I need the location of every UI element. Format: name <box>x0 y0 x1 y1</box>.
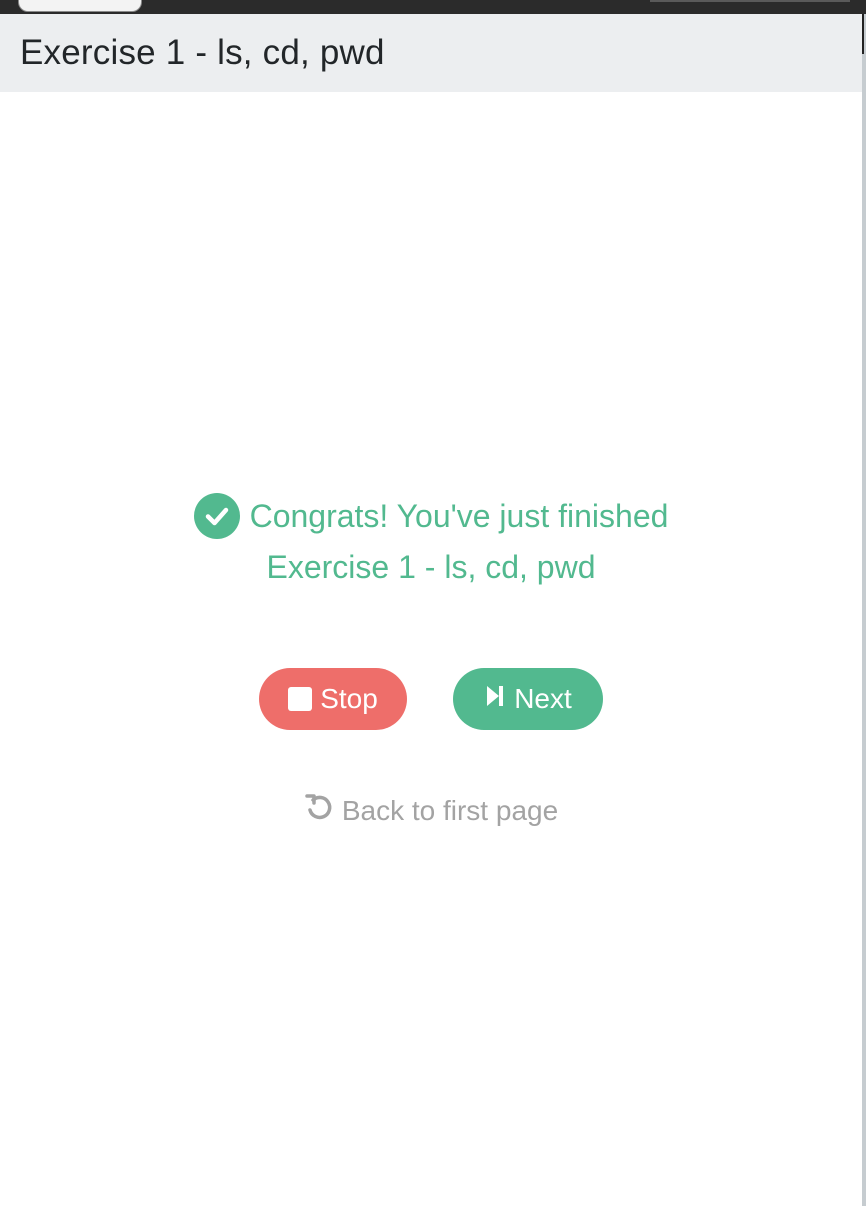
congrats-line: Congrats! You've just finished <box>193 492 669 540</box>
back-to-first-page-link[interactable]: Back to first page <box>0 792 862 829</box>
stop-button-label: Stop <box>320 683 378 714</box>
back-link-label: Back to first page <box>341 794 559 826</box>
main-content: Congrats! You've just finished Exercise … <box>0 92 862 1206</box>
next-button-label: Next <box>514 683 572 714</box>
stop-icon <box>288 687 313 711</box>
page-title: Exercise 1 - ls, cd, pwd <box>20 33 385 72</box>
congrats-text: Congrats! You've just finished <box>249 498 669 534</box>
undo-icon <box>304 792 334 829</box>
scrollbar-thumb[interactable] <box>862 14 864 54</box>
finished-exercise-name: Exercise 1 - ls, cd, pwd <box>266 549 596 585</box>
stop-button[interactable]: Stop <box>259 668 407 730</box>
skip-next-icon <box>484 683 506 715</box>
page-header: Exercise 1 - ls, cd, pwd <box>0 14 864 92</box>
action-buttons: Stop Next <box>0 668 862 730</box>
browser-top-slot <box>650 0 850 2</box>
completion-message: Congrats! You've just finished Exercise … <box>0 492 862 591</box>
browser-tab-pill <box>18 0 142 12</box>
check-circle-icon <box>193 493 240 539</box>
browser-top-bar <box>0 0 866 14</box>
next-button[interactable]: Next <box>453 668 603 730</box>
scrollbar-track[interactable] <box>862 14 866 1206</box>
